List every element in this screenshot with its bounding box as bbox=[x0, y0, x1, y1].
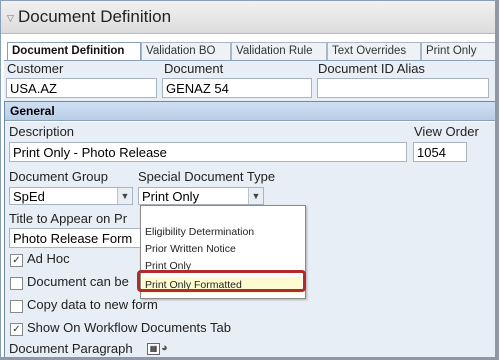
title-to-appear-field[interactable]: Photo Release Form bbox=[9, 228, 141, 248]
special-document-type-value: Print Only bbox=[142, 189, 200, 204]
calendar-icon[interactable]: ▦ bbox=[147, 343, 160, 355]
collapse-triangle-icon[interactable]: ▽ bbox=[7, 13, 14, 24]
document-paragraph-label: Document Paragraph bbox=[9, 341, 133, 356]
document-id-alias-field[interactable] bbox=[317, 78, 489, 98]
window-title: Document Definition bbox=[18, 7, 172, 26]
general-header: General bbox=[5, 102, 495, 121]
document-can-be-label: Document can be bbox=[27, 274, 129, 289]
document-definition-window: ▽ Document Definition Document Definitio… bbox=[0, 0, 499, 360]
document-group-value: SpEd bbox=[13, 189, 45, 204]
view-order-label: View Order bbox=[414, 124, 479, 139]
special-document-type-label: Special Document Type bbox=[138, 169, 276, 184]
document-can-be-checkbox[interactable] bbox=[10, 277, 23, 290]
copy-data-label: Copy data to new form bbox=[27, 297, 158, 312]
highlight-ring bbox=[137, 270, 306, 292]
info-icon[interactable]: ◕ bbox=[161, 342, 168, 354]
ad-hoc-checkbox[interactable]: ✓ bbox=[10, 254, 23, 267]
ad-hoc-label: Ad Hoc bbox=[27, 251, 70, 266]
chevron-down-icon[interactable]: ▼ bbox=[117, 188, 132, 204]
description-field[interactable]: Print Only - Photo Release bbox=[9, 142, 407, 162]
show-on-workflow-label: Show On Workflow Documents Tab bbox=[27, 320, 231, 335]
dropdown-option-eligibility[interactable]: Eligibility Determination bbox=[142, 224, 302, 240]
tab-validation-bo[interactable]: Validation BO bbox=[141, 42, 231, 60]
description-label: Description bbox=[9, 124, 75, 139]
title-to-appear-label: Title to Appear on Pr bbox=[9, 211, 128, 226]
document-label: Document bbox=[164, 61, 224, 76]
customer-field[interactable]: USA.AZ bbox=[6, 78, 157, 98]
tab-document-definition[interactable]: Document Definition bbox=[7, 42, 141, 62]
document-group-label: Document Group bbox=[9, 169, 108, 184]
tab-strip: Document Definition Validation BO Valida… bbox=[7, 42, 495, 62]
tab-text-overrides[interactable]: Text Overrides bbox=[327, 42, 421, 60]
tab-validation-rule[interactable]: Validation Rule bbox=[231, 42, 327, 60]
customer-label: Customer bbox=[7, 61, 64, 76]
title-bar: ▽ Document Definition bbox=[1, 1, 495, 34]
view-order-field[interactable]: 1054 bbox=[413, 142, 467, 162]
show-on-workflow-checkbox[interactable]: ✓ bbox=[10, 323, 23, 336]
tab-print-only[interactable]: Print Only bbox=[421, 42, 495, 60]
document-group-select[interactable]: SpEd ▼ bbox=[9, 187, 133, 205]
special-document-type-select[interactable]: Print Only ▼ bbox=[138, 187, 264, 205]
document-field[interactable]: GENAZ 54 bbox=[162, 78, 312, 98]
chevron-down-icon[interactable]: ▼ bbox=[248, 188, 263, 204]
dropdown-option-blank[interactable] bbox=[142, 208, 302, 224]
copy-data-checkbox[interactable] bbox=[10, 300, 23, 313]
dropdown-option-prior-written-notice[interactable]: Prior Written Notice bbox=[142, 241, 302, 257]
document-id-alias-label: Document ID Alias bbox=[318, 61, 425, 76]
